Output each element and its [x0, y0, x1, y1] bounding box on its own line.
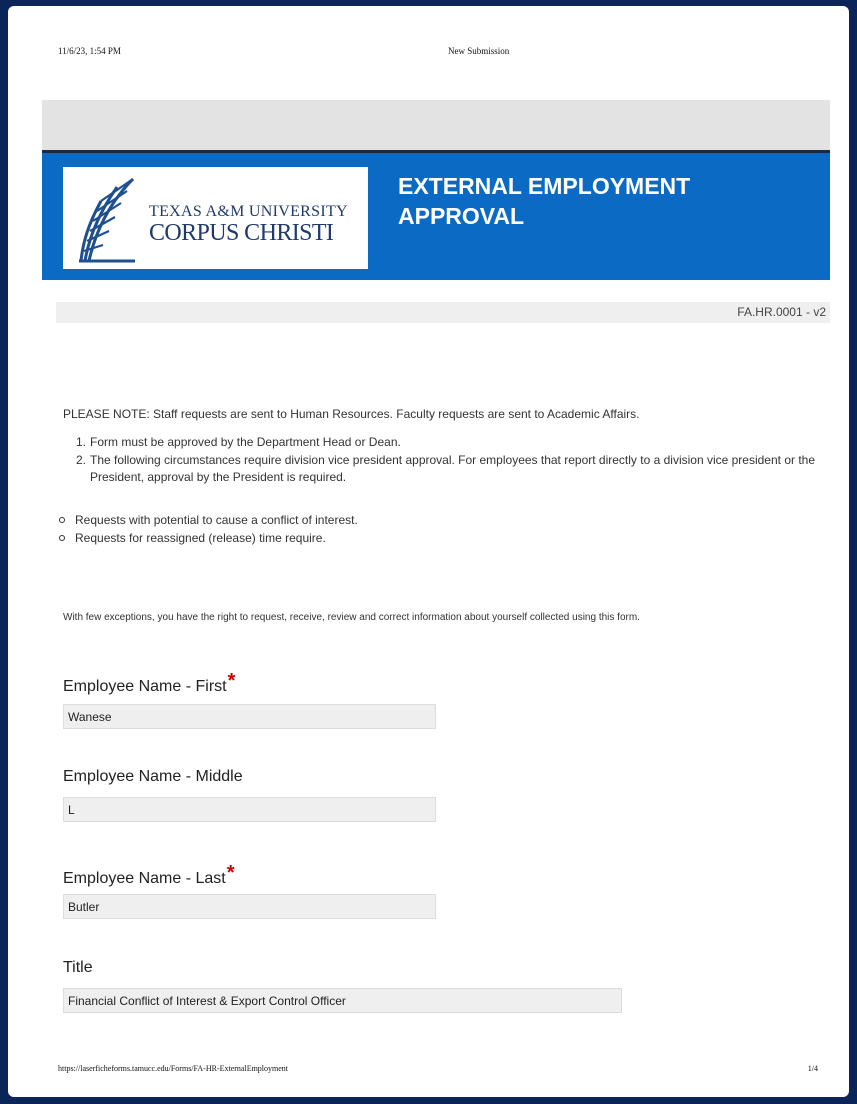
- logo-sail-icon: [79, 177, 135, 263]
- document-page: 11/6/23, 1:54 PM New Submission TEXAS A&…: [8, 6, 849, 1097]
- print-datetime: 11/6/23, 1:54 PM: [58, 46, 121, 56]
- logo-text-campus: CORPUS CHRISTI: [149, 220, 334, 246]
- print-page-number: 1/4: [807, 1064, 818, 1073]
- print-url: https://laserficheforms.tamucc.edu/Forms…: [58, 1064, 289, 1073]
- bullet-icon: [59, 517, 65, 523]
- bullet-icon: [59, 535, 65, 541]
- form-banner: TEXAS A&M UNIVERSITY CORPUS CHRISTI EXTE…: [42, 150, 830, 280]
- form-code-bar: FA.HR.0001 - v2: [56, 302, 830, 323]
- title-field[interactable]: Financial Conflict of Interest & Export …: [63, 988, 622, 1013]
- last-name-label: Employee Name - Last*: [63, 862, 235, 887]
- approval-ordered-list: 1. Form must be approved by the Departme…: [76, 434, 821, 487]
- print-page-title: New Submission: [448, 46, 510, 56]
- please-note-text: PLEASE NOTE: Staff requests are sent to …: [63, 407, 640, 421]
- title-label: Title: [63, 959, 93, 976]
- form-title: EXTERNAL EMPLOYMENT APPROVAL: [398, 173, 691, 229]
- middle-name-field[interactable]: L: [63, 797, 436, 822]
- required-asterisk: *: [227, 670, 236, 692]
- form-code: FA.HR.0001 - v2: [737, 305, 826, 319]
- last-name-field[interactable]: Butler: [63, 894, 436, 919]
- list-item: 1. Form must be approved by the Departme…: [76, 435, 401, 449]
- first-name-field[interactable]: Wanese: [63, 704, 436, 729]
- list-item: 2. The following circumstances require d…: [76, 453, 816, 484]
- first-name-label: Employee Name - First*: [63, 670, 236, 695]
- top-gray-bar: [42, 100, 830, 150]
- list-item: Requests for reassigned (release) time r…: [59, 529, 358, 547]
- circumstance-bullet-list: Requests with potential to cause a confl…: [59, 511, 358, 547]
- middle-name-label: Employee Name - Middle: [63, 768, 243, 785]
- logo-text-university: TEXAS A&M UNIVERSITY: [149, 203, 348, 220]
- privacy-notice: With few exceptions, you have the right …: [63, 612, 640, 623]
- list-item: Requests with potential to cause a confl…: [59, 511, 358, 529]
- required-asterisk: *: [226, 862, 235, 884]
- university-logo: TEXAS A&M UNIVERSITY CORPUS CHRISTI: [63, 167, 368, 269]
